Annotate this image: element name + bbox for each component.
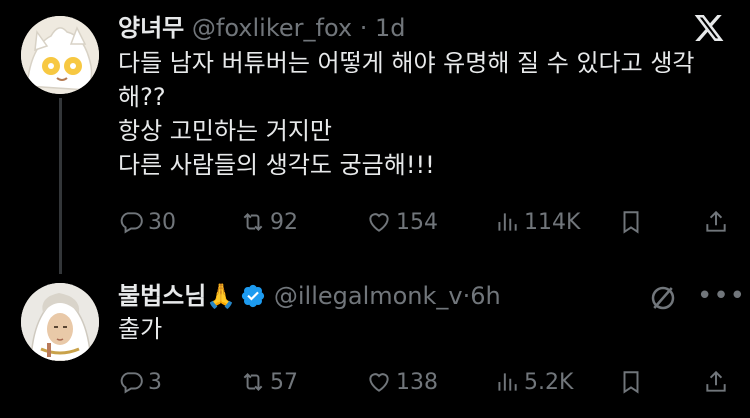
reply-button[interactable]: 3 [118, 367, 162, 397]
timestamp[interactable]: 6h [470, 282, 500, 310]
avatar[interactable] [21, 283, 99, 361]
share-button[interactable] [703, 207, 733, 237]
tweet-header: 양녀무 @foxliker_fox · 1d [118, 13, 406, 43]
reply-count: 30 [148, 209, 176, 235]
bookmark-icon [623, 371, 639, 394]
heart-icon [369, 213, 389, 232]
grok-icon[interactable] [648, 283, 678, 313]
repost-button[interactable]: 57 [240, 367, 298, 397]
view-count: 5.2K [524, 369, 574, 395]
tweet-header: 불법스님🙏 @illegalmonk_v·6h [118, 281, 501, 316]
reply-icon [120, 212, 143, 234]
like-count: 138 [396, 369, 438, 395]
handle[interactable]: @illegalmonk_v [274, 282, 463, 310]
share-icon [706, 370, 726, 392]
praying-hands-emoji: 🙏 [206, 282, 237, 310]
handle[interactable]: @foxliker_fox [192, 14, 352, 42]
view-count: 114K [524, 209, 581, 235]
tweet-text-line: 다들 남자 버튜버는 어떻게 해야 유명해 질 수 있다고 생각 [118, 49, 695, 77]
bookmark-button[interactable] [618, 367, 648, 397]
views-button[interactable]: 5.2K [494, 367, 573, 397]
reply-button[interactable]: 30 [118, 207, 176, 237]
like-button[interactable]: 154 [366, 207, 438, 237]
reply-count: 3 [148, 369, 162, 395]
tweet-text: 출가 [118, 312, 738, 346]
repost-icon [243, 213, 263, 231]
separator: · [352, 14, 375, 42]
reply-icon [120, 372, 143, 394]
tweet-text-line: 항상 고민하는 거지만 [118, 117, 332, 145]
action-bar: 30 92 154 114K [118, 207, 733, 237]
views-chart-icon [498, 373, 517, 391]
avatar[interactable] [21, 16, 99, 94]
repost-count: 57 [270, 369, 298, 395]
x-logo-icon[interactable] [692, 12, 726, 44]
views-button[interactable]: 114K [494, 207, 580, 237]
like-count: 154 [396, 209, 438, 235]
monk-avatar-icon [21, 283, 99, 361]
tweet-text-line: 해?? [118, 83, 166, 111]
display-name[interactable]: 불법스님 [118, 282, 206, 310]
repost-icon [243, 373, 263, 391]
timestamp[interactable]: 1d [375, 14, 406, 42]
display-name[interactable]: 양녀무 [118, 14, 184, 42]
tweet-text-line: 출가 [118, 315, 163, 343]
like-button[interactable]: 138 [366, 367, 438, 397]
share-button[interactable] [703, 367, 733, 397]
share-icon [706, 210, 726, 232]
repost-count: 92 [270, 209, 298, 235]
tweet-text-line: 다른 사람들의 생각도 궁금해!!! [118, 151, 435, 179]
bookmark-button[interactable] [618, 207, 648, 237]
fox-avatar-icon [21, 16, 99, 94]
action-bar: 3 57 138 5.2K [118, 367, 733, 397]
repost-button[interactable]: 92 [240, 207, 298, 237]
views-chart-icon [498, 213, 517, 231]
heart-icon [369, 373, 389, 392]
bookmark-icon [623, 211, 639, 234]
tweet-text: 다들 남자 버튜버는 어떻게 해야 유명해 질 수 있다고 생각 해?? 항상 … [118, 46, 738, 182]
more-options-icon[interactable]: ••• [697, 281, 746, 311]
thread-line [59, 98, 62, 274]
